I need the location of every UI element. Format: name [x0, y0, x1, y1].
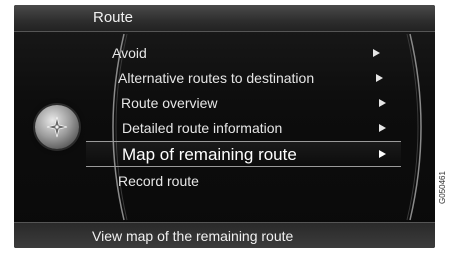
- figure-code: G050461: [438, 171, 447, 204]
- control-knob[interactable]: [35, 105, 79, 149]
- right-bracket-decoration: [406, 33, 422, 221]
- menu-item-label: Record route: [118, 173, 199, 189]
- menu-item-detailed-route-information[interactable]: Detailed route information: [86, 116, 401, 140]
- menu-item-route-overview[interactable]: Route overview: [86, 91, 401, 115]
- compass-icon: [46, 116, 68, 138]
- menu-item-label: Avoid: [112, 45, 147, 61]
- route-menu-list: Avoid Alternative routes to destination …: [86, 41, 401, 209]
- menu-item-map-of-remaining-route[interactable]: Map of remaining route: [86, 141, 401, 167]
- menu-item-label: Route overview: [121, 95, 218, 111]
- status-bar: View map of the remaining route: [14, 222, 435, 248]
- menu-item-label: Alternative routes to destination: [118, 70, 315, 86]
- chevron-right-icon: [373, 49, 380, 57]
- menu-item-label: Map of remaining route: [122, 145, 297, 164]
- navigation-screen: Route Avoid Alternative routes to destin…: [14, 5, 435, 248]
- menu-item-avoid[interactable]: Avoid: [86, 41, 401, 65]
- menu-title: Route: [93, 9, 134, 26]
- chevron-right-icon: [376, 74, 383, 82]
- menu-header: Route: [14, 5, 435, 32]
- menu-item-alternative-routes[interactable]: Alternative routes to destination: [86, 66, 401, 90]
- chevron-right-icon: [379, 99, 386, 107]
- menu-item-record-route[interactable]: Record route: [86, 169, 401, 193]
- chevron-right-icon: [379, 150, 386, 158]
- chevron-right-icon: [379, 124, 386, 132]
- menu-item-label: Detailed route information: [122, 120, 283, 136]
- item-description: View map of the remaining route: [92, 228, 294, 244]
